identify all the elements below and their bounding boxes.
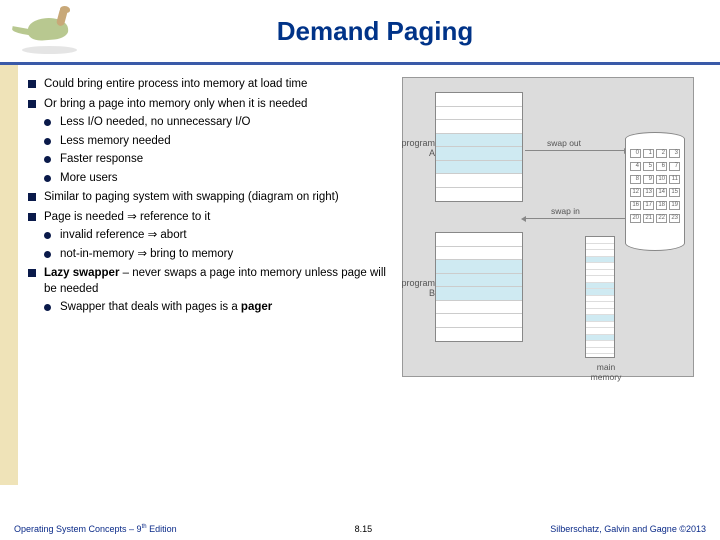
swap-out-arrow xyxy=(525,150,625,151)
disk-cell: 7 xyxy=(669,162,680,171)
disk-cylinder: 0 1 2 3 4 5 6 7 8 9 10 1 xyxy=(625,132,685,258)
disk-cell: 18 xyxy=(656,201,667,210)
sub-bullet: invalid reference ⇒ abort xyxy=(44,228,398,244)
program-b-label: program B xyxy=(395,278,435,298)
swap-diagram: program A program B swap out swap in mai… xyxy=(402,77,694,377)
disk-cell: 10 xyxy=(656,175,667,184)
process-a-box xyxy=(435,92,523,202)
disk-cell: 19 xyxy=(669,201,680,210)
footer-left-text: Operating System Concepts – 9 xyxy=(14,524,142,534)
header-divider xyxy=(0,62,720,65)
disk-cell: 1 xyxy=(643,149,654,158)
disk-cell: 3 xyxy=(669,149,680,158)
disk-cell: 15 xyxy=(669,188,680,197)
bold-term: pager xyxy=(241,301,272,313)
slide-footer: Operating System Concepts – 9th Edition … xyxy=(0,524,720,534)
diagram-column: program A program B swap out swap in mai… xyxy=(398,77,694,377)
sub-bullet: Swapper that deals with pages is a pager xyxy=(44,300,398,316)
disk-cell: 22 xyxy=(656,214,667,223)
disk-cell: 2 xyxy=(656,149,667,158)
swap-in-label: swap in xyxy=(551,206,580,216)
process-b-box xyxy=(435,232,523,342)
disk-cell: 9 xyxy=(643,175,654,184)
main-memory-label: main memory xyxy=(581,362,631,382)
disk-cell: 11 xyxy=(669,175,680,184)
disk-cell: 23 xyxy=(669,214,680,223)
disk-cell: 13 xyxy=(643,188,654,197)
left-stripe xyxy=(0,65,18,485)
bullet-text: Or bring a page into memory only when it… xyxy=(44,98,307,110)
sub-bullet: Less memory needed xyxy=(44,134,398,150)
disk-cell: 4 xyxy=(630,162,641,171)
disk-cell: 0 xyxy=(630,149,641,158)
program-a-label: program A xyxy=(395,138,435,158)
disk-cell: 16 xyxy=(630,201,641,210)
sub-bullet: Less I/O needed, no unnecessary I/O xyxy=(44,115,398,131)
sub-bullet: More users xyxy=(44,171,398,187)
disk-cell: 17 xyxy=(643,201,654,210)
swap-in-arrow xyxy=(525,218,625,219)
disk-cell: 5 xyxy=(643,162,654,171)
bullet-text: Page is needed ⇒ reference to it xyxy=(44,211,210,223)
disk-cell: 6 xyxy=(656,162,667,171)
disk-cell: 20 xyxy=(630,214,641,223)
bullet-column: Could bring entire process into memory a… xyxy=(28,77,398,377)
bullet-item: Could bring entire process into memory a… xyxy=(28,77,398,93)
slide-header: Demand Paging xyxy=(0,0,720,62)
main-memory-box xyxy=(585,236,615,358)
footer-left: Operating System Concepts – 9th Edition xyxy=(14,524,177,534)
footer-right: Silberschatz, Galvin and Gagne ©2013 xyxy=(550,524,706,534)
disk-page-grid: 0 1 2 3 xyxy=(626,149,684,158)
sub-bullet: not-in-memory ⇒ bring to memory xyxy=(44,247,398,263)
sub-bullet: Faster response xyxy=(44,152,398,168)
slide-title: Demand Paging xyxy=(100,16,710,47)
bullet-item: Similar to paging system with swapping (… xyxy=(28,190,398,206)
bullet-item: Or bring a page into memory only when it… xyxy=(28,97,398,187)
disk-cell: 12 xyxy=(630,188,641,197)
disk-cell: 8 xyxy=(630,175,641,184)
disk-cell: 14 xyxy=(656,188,667,197)
footer-page-number: 8.15 xyxy=(355,524,373,534)
bullet-item: Page is needed ⇒ reference to it invalid… xyxy=(28,210,398,263)
bullet-item: Lazy swapper – never swaps a page into m… xyxy=(28,266,398,316)
dinosaur-logo xyxy=(10,6,100,56)
footer-left-end: Edition xyxy=(147,524,177,534)
bold-term: Lazy swapper xyxy=(44,267,119,279)
swap-out-label: swap out xyxy=(547,138,581,148)
disk-cell: 21 xyxy=(643,214,654,223)
sub-bullet-text: Swapper that deals with pages is a xyxy=(60,301,241,313)
slide-content: Could bring entire process into memory a… xyxy=(0,73,720,377)
